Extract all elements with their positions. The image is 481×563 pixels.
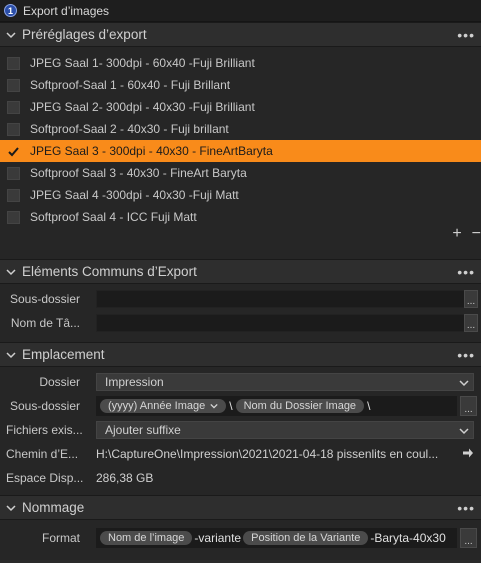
app-icon: 1 [4, 4, 17, 17]
preset-label: JPEG Saal 1- 300dpi - 60x40 -Fuji Brilli… [30, 56, 255, 70]
preset-item[interactable]: JPEG Saal 4 -300dpi - 40x30 -Fuji Matt [0, 184, 481, 206]
window-titlebar: 1 Export d’images [0, 0, 481, 22]
checkmark-icon [8, 146, 19, 156]
arrow-right-icon[interactable] [462, 447, 474, 462]
format-browse-button[interactable]: ... [460, 528, 477, 548]
format-text: -Baryta-40x30 [370, 531, 446, 545]
variant-position-token-label: Position de la Variante [251, 532, 361, 544]
add-preset-button[interactable]: + [452, 225, 461, 243]
preset-item[interactable]: Softproof Saal 4 - ICC Fuji Matt [0, 206, 481, 228]
chevron-down-icon[interactable] [6, 503, 16, 513]
preset-item[interactable]: Softproof Saal 3 - 40x30 - FineArt Baryt… [0, 162, 481, 184]
naming-form: Format Nom de l’image -variante Position… [0, 520, 481, 560]
year-token-label: (yyyy) Année Image [108, 400, 206, 412]
image-name-token[interactable]: Nom de l’image [100, 531, 193, 545]
preset-checkbox-checked[interactable] [7, 145, 20, 158]
preset-item[interactable]: Softproof-Saal 2 - 40x30 - Fuji brillant [0, 118, 481, 140]
year-token[interactable]: (yyyy) Année Image [100, 399, 227, 413]
common-section-title: Eléments Communs d’Export [22, 264, 197, 279]
location-menu-icon[interactable]: ••• [457, 348, 475, 362]
chevron-down-icon[interactable] [6, 30, 16, 40]
preset-actions: + − [452, 225, 481, 243]
preset-checkbox[interactable] [7, 100, 20, 114]
common-subfolder-field[interactable] [96, 290, 465, 308]
preset-item[interactable]: Softproof-Saal 1 - 60x40 - Fuji Brillant [0, 74, 481, 96]
location-subfolder-label: Sous-dossier [9, 399, 80, 413]
filename-label: Nom de Tâ... [10, 316, 80, 330]
disk-space-value: 286,38 GB [96, 471, 154, 485]
format-label: Format [41, 531, 80, 545]
preset-checkbox[interactable] [7, 188, 20, 202]
common-section-header[interactable]: Eléments Communs d’Export ••• [0, 259, 481, 284]
path-separator: \ [229, 399, 233, 413]
preset-label: Softproof-Saal 1 - 60x40 - Fuji Brillant [30, 78, 231, 92]
preset-label: Softproof Saal 4 - ICC Fuji Matt [30, 210, 197, 224]
chevron-down-icon [459, 377, 469, 391]
image-name-token-label: Nom de l’image [108, 532, 185, 544]
location-subfolder-browse-button[interactable]: ... [460, 396, 477, 416]
existing-files-label: Fichiers exis... [6, 423, 83, 437]
chevron-down-icon[interactable] [210, 402, 218, 410]
folder-name-token-label: Nom du Dossier Image [243, 400, 357, 412]
preset-checkbox[interactable] [7, 56, 20, 70]
preset-label: JPEG Saal 4 -300dpi - 40x30 -Fuji Matt [30, 188, 239, 202]
preset-label: Softproof-Saal 2 - 40x30 - Fuji brillant [30, 122, 229, 136]
export-path-value: H:\CaptureOne\Impression\2021\2021-04-18… [96, 447, 439, 461]
variant-position-token[interactable]: Position de la Variante [243, 531, 369, 545]
preset-item-selected[interactable]: JPEG Saal 3 - 300dpi - 40x30 - FineArtBa… [0, 140, 481, 162]
preset-label: JPEG Saal 3 - 300dpi - 40x30 - FineArtBa… [30, 144, 273, 158]
existing-files-value: Ajouter suffixe [105, 423, 181, 437]
naming-section-header[interactable]: Nommage ••• [0, 495, 481, 520]
common-filename-field[interactable] [96, 314, 465, 332]
window-title: Export d’images [23, 3, 110, 18]
path-separator: \ [367, 399, 371, 413]
folder-select[interactable]: Impression [96, 373, 474, 391]
presets-section-title: Préréglages d’export [22, 27, 147, 42]
preset-item[interactable]: JPEG Saal 2- 300dpi - 40x30 -Fuji Brilli… [0, 96, 481, 118]
preset-item[interactable]: JPEG Saal 1- 300dpi - 60x40 -Fuji Brilli… [0, 52, 481, 74]
naming-section-title: Nommage [22, 500, 85, 515]
path-label: Chemin d’E... [6, 447, 79, 461]
chevron-down-icon [459, 425, 469, 439]
presets-list: JPEG Saal 1- 300dpi - 60x40 -Fuji Brilli… [0, 47, 481, 259]
existing-files-select[interactable]: Ajouter suffixe [96, 421, 474, 439]
common-subfolder-browse-button[interactable]: ... [464, 290, 478, 308]
format-text: -variante [194, 531, 242, 545]
preset-checkbox[interactable] [7, 78, 20, 92]
location-subfolder-field[interactable]: (yyyy) Année Image \ Nom du Dossier Imag… [96, 396, 457, 416]
format-field[interactable]: Nom de l’image -variante Position de la … [96, 528, 457, 548]
preset-label: JPEG Saal 2- 300dpi - 40x30 -Fuji Brilli… [30, 100, 255, 114]
preset-label: Softproof Saal 3 - 40x30 - FineArt Baryt… [30, 166, 247, 180]
chevron-down-icon[interactable] [6, 350, 16, 360]
presets-menu-icon[interactable]: ••• [457, 28, 475, 42]
location-section-title: Emplacement [22, 347, 105, 362]
remove-preset-button[interactable]: − [472, 225, 481, 243]
disk-space-label: Espace Disp... [6, 471, 84, 485]
common-filename-browse-button[interactable]: ... [464, 314, 478, 332]
chevron-down-icon[interactable] [6, 267, 16, 277]
folder-label: Dossier [39, 375, 80, 389]
preset-checkbox[interactable] [7, 166, 20, 180]
preset-checkbox[interactable] [7, 210, 20, 224]
presets-section-header[interactable]: Préréglages d’export ••• [0, 22, 481, 47]
common-form: Sous-dossier ... Nom de Tâ... ... [0, 284, 481, 342]
folder-value: Impression [105, 375, 164, 389]
naming-menu-icon[interactable]: ••• [457, 501, 475, 515]
preset-checkbox[interactable] [7, 122, 20, 136]
folder-name-token[interactable]: Nom du Dossier Image [235, 399, 365, 413]
location-section-header[interactable]: Emplacement ••• [0, 342, 481, 367]
subfolder-label: Sous-dossier [9, 292, 80, 306]
common-menu-icon[interactable]: ••• [457, 265, 475, 279]
location-form: Dossier Impression Sous-dossier (yyyy) A… [0, 367, 481, 495]
